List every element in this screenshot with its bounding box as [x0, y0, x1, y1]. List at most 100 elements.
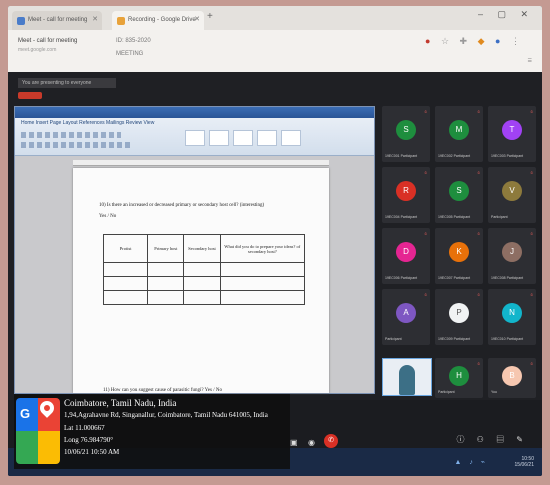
participant-avatar: S	[396, 120, 416, 140]
right-controls[interactable]: ⓘ ⚇ ▤ ✎	[456, 434, 528, 445]
presenting-notice: You are presenting to everyone	[18, 78, 116, 88]
participant-tile[interactable]: S 19EC001 Participant ⦸	[382, 106, 430, 162]
stop-presenting-button[interactable]	[18, 92, 42, 99]
tab-label: Meet - call for meeting	[28, 17, 88, 23]
gps-location-title: Coimbatore, Tamil Nadu, India	[64, 398, 177, 408]
style-normal[interactable]	[185, 130, 205, 146]
self-view-tile[interactable]	[382, 358, 432, 396]
participant-tile[interactable]: R 19EC004 Participant ⦸	[382, 167, 430, 223]
meeting-label: MEETING	[116, 51, 144, 57]
participant-tile[interactable]: D 19EC006 Participant ⦸	[382, 228, 430, 284]
style-no-spacing[interactable]	[209, 130, 229, 146]
tab-label: Recording - Google Drive	[128, 17, 196, 23]
meet-favicon-icon	[17, 17, 25, 25]
browser-tab-bar: Meet - call for meeting ✕ Recording - Go…	[8, 6, 542, 30]
gps-timestamp: 10/06/21 10:50 AM	[64, 448, 120, 456]
participant-tile[interactable]: N 19EC010 Participant ⦸	[488, 289, 536, 345]
close-icon[interactable]: ✕	[92, 15, 98, 23]
leave-call-button[interactable]: ✆	[324, 434, 338, 448]
extension-icons: ● ☆ ✚ ◆ ● ⋮	[425, 36, 524, 47]
question-10: 10) Is there an increased or decreased p…	[99, 203, 265, 208]
document-area: 10) Is there an increased or decreased p…	[15, 156, 374, 393]
participant-avatar: B	[502, 366, 522, 386]
participant-tile[interactable]: T 19EC003 Participant ⦸	[488, 106, 536, 162]
monitor-screen: Meet - call for meeting ✕ Recording - Go…	[8, 6, 542, 476]
participant-name: 19EC003 Participant	[491, 154, 524, 158]
participant-avatar: V	[502, 181, 522, 201]
participant-tile[interactable]: A Participant ⦸	[382, 289, 430, 345]
present-icon[interactable]: ◉	[308, 438, 315, 447]
participant-tile[interactable]: S 19EC005 Participant ⦸	[435, 167, 483, 223]
style-heading-2[interactable]	[257, 130, 277, 146]
profile-icon[interactable]: ●	[495, 36, 504, 46]
participant-avatar: A	[396, 303, 416, 323]
style-heading-1[interactable]	[233, 130, 253, 146]
ribbon-tabs[interactable]: Home Insert Page Layout References Maili…	[15, 118, 374, 128]
window-controls[interactable]: – ▢ ✕	[478, 9, 534, 20]
table-header: What did you do to prepare your ideas? o…	[219, 234, 306, 263]
participant-tile[interactable]: K 19EC007 Participant ⦸	[435, 228, 483, 284]
meeting-subtitle: meet.google.com	[18, 47, 57, 53]
participant-tile[interactable]: J 19EC008 Participant ⦸	[488, 228, 536, 284]
participant-tile[interactable]: V Participant ⦸	[488, 167, 536, 223]
participant-name: Participant	[491, 215, 508, 219]
mic-off-icon: ⦸	[530, 170, 533, 175]
table-header: Primary host	[147, 234, 185, 263]
menu-icon[interactable]: ⋮	[511, 36, 524, 47]
participant-name: You	[491, 390, 497, 394]
mic-off-icon: ⦸	[530, 109, 533, 114]
menu-icon[interactable]: ☰	[528, 58, 532, 64]
participant-avatar: J	[502, 242, 522, 262]
tab-drive[interactable]: Recording - Google Drive ✕	[112, 11, 204, 30]
table-header: Protist	[102, 234, 149, 263]
participant-name: Participant	[385, 337, 402, 341]
participant-tile[interactable]: B You ⦸	[488, 358, 536, 398]
google-maps-icon: G	[16, 398, 60, 464]
participant-avatar: P	[449, 303, 469, 323]
participant-name: 19EC006 Participant	[385, 276, 418, 280]
tray-icons[interactable]: ▲ ♪ ⌁	[454, 458, 488, 466]
participant-avatar: S	[449, 181, 469, 201]
mic-off-icon: ⦸	[424, 109, 427, 114]
document-page[interactable]: 10) Is there an increased or decreased p…	[73, 168, 329, 393]
new-tab-button[interactable]: +	[207, 11, 213, 22]
ribbon-toolbar[interactable]	[21, 142, 131, 148]
participant-name: 19EC009 Participant	[438, 337, 471, 341]
mic-off-icon: ⦸	[530, 361, 533, 366]
self-video	[399, 365, 415, 395]
table-row	[102, 276, 306, 291]
word-title-bar	[15, 107, 374, 118]
participant-name: 19EC010 Participant	[491, 337, 524, 341]
participant-tile[interactable]: H Participant ⦸	[435, 358, 483, 398]
close-icon[interactable]: ✕	[194, 15, 200, 23]
mic-off-icon: ⦸	[477, 361, 480, 366]
participant-avatar: R	[396, 181, 416, 201]
participant-name: Participant	[438, 390, 455, 394]
extension-icon[interactable]: ◆	[478, 36, 489, 47]
participant-tile[interactable]: P 19EC009 Participant ⦸	[435, 289, 483, 345]
participant-tile[interactable]: M 19EC002 Participant ⦸	[435, 106, 483, 162]
participant-name: 19EC001 Participant	[385, 154, 418, 158]
meeting-id[interactable]: ID: 835-2020	[116, 38, 151, 44]
mic-off-icon: ⦸	[424, 292, 427, 297]
mic-off-icon: ⦸	[530, 292, 533, 297]
shared-screen-word: Home Insert Page Layout References Maili…	[14, 106, 375, 394]
address-bar: Meet - call for meeting meet.google.com …	[8, 30, 542, 72]
record-icon[interactable]: ●	[425, 36, 434, 46]
participant-avatar: N	[502, 303, 522, 323]
participant-name: 19EC005 Participant	[438, 215, 471, 219]
star-icon[interactable]: ☆	[441, 36, 453, 47]
style-title[interactable]	[281, 130, 301, 146]
question-11: 11) How can you suggest cause of parasit…	[103, 388, 222, 393]
puzzle-icon[interactable]: ✚	[460, 36, 472, 47]
participant-avatar: M	[449, 120, 469, 140]
ribbon-toolbar[interactable]	[21, 132, 121, 138]
participant-name: 19EC002 Participant	[438, 154, 471, 158]
mic-off-icon: ⦸	[477, 170, 480, 175]
captions-icon[interactable]: ▣	[290, 438, 298, 447]
clock-date: 15/06/21	[514, 462, 534, 468]
document-table: Protist Primary host Secondary host What…	[102, 234, 306, 305]
system-clock[interactable]: 10:50 15/06/21	[515, 456, 534, 468]
participant-avatar: K	[449, 242, 469, 262]
tab-meet[interactable]: Meet - call for meeting ✕	[12, 11, 102, 30]
